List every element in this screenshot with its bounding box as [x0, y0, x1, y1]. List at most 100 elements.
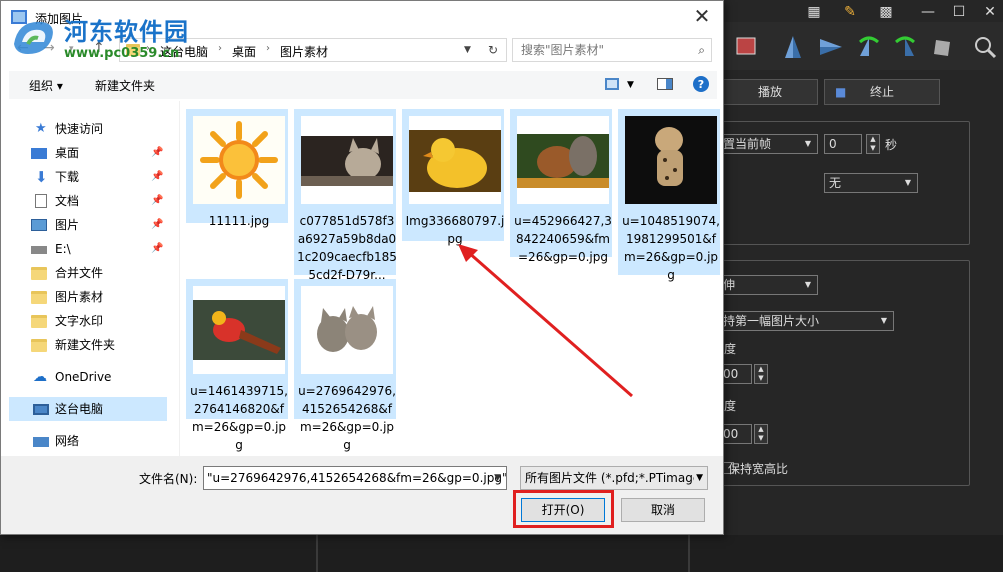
svg-text:?: ?	[698, 78, 704, 91]
width-stepper[interactable]: ▲ ▼	[754, 364, 768, 384]
frame-duration-stepper[interactable]: ▲ ▼	[866, 134, 880, 154]
timeline-divider	[688, 535, 690, 572]
thumbnail-image	[409, 116, 501, 204]
nav-item-label: 下载	[55, 170, 80, 184]
filetype-chevron-icon: ▼	[694, 467, 703, 489]
nav-network[interactable]: 网络	[9, 429, 167, 453]
thumbnail-image	[193, 286, 285, 374]
breadcrumb-separator-icon: ›	[266, 43, 270, 54]
refresh-icon[interactable]: ↻	[488, 43, 498, 57]
maximize-icon[interactable]: ☐	[947, 4, 971, 20]
rotate-right-icon[interactable]	[892, 34, 918, 60]
nav-item[interactable]: 桌面 📌	[9, 141, 167, 165]
stop-icon: ■	[835, 85, 847, 99]
pin-icon[interactable]: 📌	[151, 165, 163, 189]
timeline-divider	[316, 535, 318, 572]
nav-item[interactable]: 文档 📌	[9, 189, 167, 213]
thumbnail-image	[517, 116, 609, 204]
nav-item-label: 桌面	[55, 146, 80, 160]
organize-menu[interactable]: 组织 ▾	[29, 77, 63, 94]
filetype-select[interactable]: 所有图片文件 (*.pfd;*.PTimage ▼	[520, 466, 708, 490]
file-name: u=452966427,3842240659&fm=26&gp=0.jpg	[514, 214, 612, 264]
dialog-close-button[interactable]: ✕	[687, 3, 717, 31]
filename-input[interactable]: "u=2769642976,4152654268&fm=26&gp=0.jpg"…	[203, 466, 507, 490]
computer-icon	[33, 404, 49, 415]
open-button-highlight-box	[513, 490, 614, 528]
file-tile[interactable]: u=1048519074,1981299501&fm=26&gp=0.jpg	[618, 109, 720, 282]
set-current-frame-dropdown[interactable]: 置当前帧 ▼	[718, 134, 818, 154]
pin-icon[interactable]: 📌	[151, 141, 163, 165]
thumbnail-image	[301, 116, 393, 204]
command-bar: 组织 ▾ 新建文件夹 ▼ ?	[9, 71, 717, 99]
nav-item[interactable]: 合并文件	[9, 261, 167, 285]
view-options-icon[interactable]	[605, 78, 619, 90]
nav-item-label: 文字水印	[55, 314, 104, 328]
app-menu-icon[interactable]: ▦	[802, 4, 826, 20]
minimize-icon[interactable]: —	[916, 4, 940, 20]
file-name: 11111.jpg	[208, 214, 270, 228]
nav-item-label: 新建文件夹	[55, 338, 116, 352]
search-placeholder: 搜索"图片素材"	[521, 43, 605, 57]
frame-duration-input[interactable]: 0	[824, 134, 862, 154]
file-name: u=1461439715,2764146820&fm=26&gp=0.jpg	[190, 384, 288, 452]
thumbnail-image	[301, 286, 393, 374]
thumbnail-image	[625, 116, 717, 204]
pin-icon[interactable]: 📌	[151, 189, 163, 213]
help-icon[interactable]: ?	[693, 76, 709, 92]
rotate-left-icon[interactable]	[856, 34, 882, 60]
pencil-icon[interactable]: ✎	[838, 4, 862, 20]
stretch-dropdown[interactable]: 伸 ▼	[718, 275, 818, 295]
folder-icon	[31, 267, 47, 280]
app-close-icon[interactable]: ✕	[978, 4, 1002, 20]
file-tile[interactable]: 11111.jpg	[186, 109, 288, 228]
nav-item-label: 合并文件	[55, 266, 104, 280]
filename-value: "u=2769642976,4152654268&fm=26&gp=0.jpg"	[207, 471, 507, 485]
preview-pane-icon[interactable]	[657, 78, 673, 90]
pictures-icon	[31, 219, 47, 231]
view-options-chevron-icon[interactable]: ▼	[627, 80, 634, 90]
pin-icon[interactable]: 📌	[151, 237, 163, 261]
search-input[interactable]: 搜索"图片素材" ⌕	[512, 38, 712, 62]
size-mode-dropdown[interactable]: 持第一幅图片大小 ▼	[718, 311, 894, 331]
drive-icon	[31, 246, 47, 254]
filename-dropdown-chevron-icon[interactable]: ▼	[494, 467, 501, 489]
file-tile[interactable]: u=2769642976,4152654268&fm=26&gp=0.jpg	[294, 279, 396, 452]
nav-item[interactable]: 新建文件夹	[9, 333, 167, 357]
breadcrumb-desktop[interactable]: 桌面	[232, 43, 256, 60]
file-tile[interactable]: u=1461439715,2764146820&fm=26&gp=0.jpg	[186, 279, 288, 452]
flip-vertical-icon[interactable]	[780, 34, 806, 60]
nav-quick-access[interactable]: ★ 快速访问	[9, 117, 167, 141]
nav-item[interactable]: ⬇ 下载 📌	[9, 165, 167, 189]
palette-icon[interactable]: ▩	[874, 4, 898, 20]
cancel-button[interactable]: 取消	[621, 498, 705, 522]
pin-icon[interactable]: 📌	[151, 213, 163, 237]
file-name: c077851d578f3a6927a59b8da01c209caecfb185…	[297, 214, 397, 282]
nav-onedrive[interactable]: ☁ OneDrive	[9, 365, 167, 389]
height-stepper[interactable]: ▲ ▼	[754, 424, 768, 444]
nav-item[interactable]: E:\ 📌	[9, 237, 167, 261]
download-icon: ⬇	[35, 168, 48, 186]
crop-icon[interactable]	[734, 34, 760, 60]
height-label: 度	[724, 399, 737, 413]
file-tile[interactable]: c077851d578f3a6927a59b8da01c209caecfb185…	[294, 109, 397, 282]
nav-quick-access-label: 快速访问	[55, 122, 104, 136]
transition-dropdown[interactable]: 无 ▼	[824, 173, 918, 193]
address-dropdown-chevron-icon[interactable]: ▼	[464, 45, 471, 55]
seconds-label: 秒	[885, 138, 898, 152]
nav-this-pc[interactable]: 这台电脑	[9, 397, 167, 421]
stop-button[interactable]: ■ 终止	[824, 79, 940, 105]
nav-item[interactable]: 图片 📌	[9, 213, 167, 237]
file-name: Img336680797.jpg	[405, 214, 505, 246]
nav-item[interactable]: 文字水印	[9, 309, 167, 333]
flip-horizontal-icon[interactable]	[818, 34, 844, 60]
cloud-icon: ☁	[33, 369, 47, 385]
breadcrumb-picture-assets[interactable]: 图片素材	[280, 43, 328, 60]
fill-icon[interactable]	[930, 34, 956, 60]
new-folder-button[interactable]: 新建文件夹	[95, 77, 155, 94]
file-tile[interactable]: Img336680797.jpg	[402, 109, 504, 246]
file-tile[interactable]: u=452966427,3842240659&fm=26&gp=0.jpg	[510, 109, 612, 264]
zoom-in-icon[interactable]	[972, 34, 998, 60]
nav-item[interactable]: 图片素材	[9, 285, 167, 309]
play-button[interactable]: 播放	[722, 79, 818, 105]
network-icon	[33, 437, 49, 447]
